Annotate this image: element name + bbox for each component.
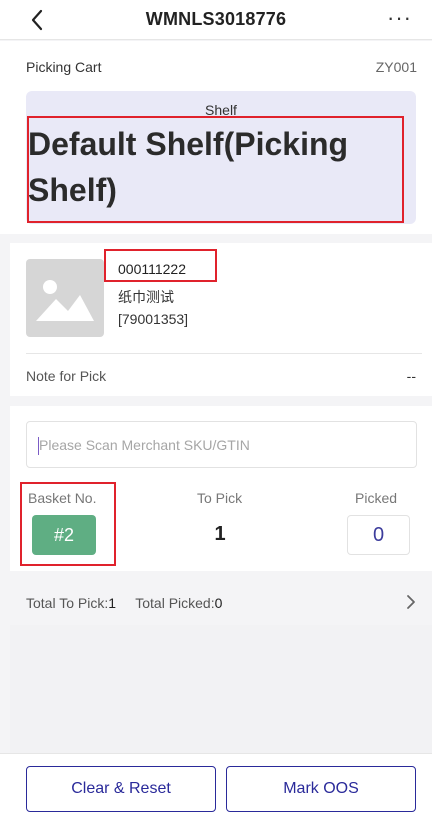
picking-cart-value: ZY001 <box>375 59 417 75</box>
product-image-placeholder <box>26 259 104 337</box>
chevron-right-icon[interactable] <box>404 594 418 610</box>
basket-highlight-box <box>20 482 116 566</box>
sku-section: 000111222 纸巾测试 [79001353] Note for Pick … <box>10 243 432 396</box>
bottom-action-bar: Clear & Reset Mark OOS <box>0 753 432 826</box>
more-options-icon[interactable]: ··· <box>387 7 412 29</box>
total-picked-label: Total Picked: <box>135 595 215 611</box>
text-cursor <box>38 437 39 455</box>
total-to-pick-value: 1 <box>108 595 117 611</box>
top-nav-bar: WMNLS3018776 ··· <box>0 0 432 40</box>
sku-id: [79001353] <box>118 311 189 327</box>
total-picked-value: 0 <box>214 595 223 611</box>
to-pick-header: To Pick <box>197 490 243 506</box>
total-to-pick-label: Total To Pick: <box>26 595 109 611</box>
shelf-highlight-box <box>27 116 404 223</box>
picked-count-field[interactable]: 0 <box>347 515 410 555</box>
to-pick-value: 1 <box>214 523 226 545</box>
note-for-pick-label: Note for Pick <box>26 368 107 384</box>
picked-header: Picked <box>355 490 398 506</box>
sku-name: 纸巾测试 <box>118 289 174 305</box>
scan-sku-input[interactable] <box>26 421 417 468</box>
divider <box>26 353 422 354</box>
page-title: WMNLS3018776 <box>145 9 287 29</box>
clear-reset-button[interactable]: Clear & Reset <box>26 766 216 812</box>
picking-cart-label: Picking Cart <box>26 59 102 75</box>
totals-row[interactable]: Total To Pick:1 Total Picked:0 <box>10 579 432 625</box>
sku-highlight-box <box>104 249 217 282</box>
mark-oos-button[interactable]: Mark OOS <box>226 766 416 812</box>
totals-text: Total To Pick:1 Total Picked:0 <box>26 595 222 611</box>
empty-content-area <box>10 625 432 753</box>
image-placeholder-icon <box>36 280 94 321</box>
note-for-pick-value: -- <box>406 368 416 384</box>
